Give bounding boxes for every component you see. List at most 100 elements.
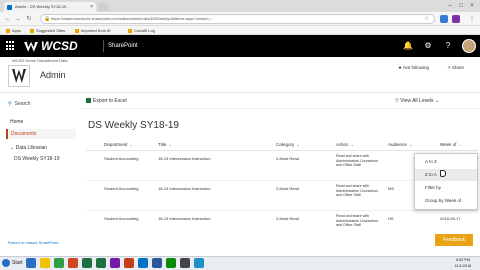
help-icon[interactable]: ? [440,35,456,57]
app-icon[interactable] [166,258,176,268]
new-tab-button[interactable] [98,3,108,11]
app-icon[interactable] [194,258,204,268]
column-header-department[interactable]: Department ⌄ [104,142,133,148]
chevron-down-icon: ⌄ [458,142,463,147]
return-classic-link[interactable]: Return to classic SharePoint [8,240,58,245]
view-selector[interactable]: ▽ View All Levels ⌄ [395,98,439,104]
cell-audience: HS [388,216,394,221]
divider [86,150,478,151]
minimize-icon[interactable]: – [445,1,455,11]
column-header-category[interactable]: Category ⌄ [276,142,300,148]
excel-icon[interactable] [82,258,92,268]
forward-icon[interactable]: → [14,14,22,24]
reload-icon[interactable]: ↻ [25,14,33,24]
cell-title[interactable]: 18-19 Intersession Instruction [158,186,210,191]
outlook-icon[interactable] [138,258,148,268]
column-header-action[interactable]: Action ⌄ [336,142,354,148]
chevron-down-icon: ⌄ [168,142,173,147]
cell-action: Read and share with Administrators Couns… [336,184,379,197]
bookmark-imported[interactable]: Imported from IE [75,26,111,35]
bookmark-star-icon[interactable]: ☆ [424,14,429,24]
nav-item-ds-weekly[interactable]: DS Weekly SY18-19 [14,156,59,162]
nav-item-home[interactable]: Home [10,119,23,125]
cell-department: Student Accounting [104,216,139,221]
search-box[interactable]: ⚲ Search [8,101,31,107]
app-name[interactable]: SharePoint [108,35,138,57]
explorer-icon[interactable] [40,258,50,268]
powerpoint-icon[interactable] [124,258,134,268]
column-header-title[interactable]: Title ⌄ [158,142,172,148]
media-icon[interactable] [54,258,64,268]
search-icon: ⚲ [8,101,12,107]
divider [86,210,478,211]
nav-item-documents[interactable]: Documents [6,129,76,139]
breadcrumb[interactable]: WCSD Home Department Data [12,58,68,63]
menu-item-a-to-z[interactable]: A to Z [415,156,477,168]
follow-button[interactable]: ★ Not following [398,65,429,71]
divider [103,40,104,52]
word-icon[interactable] [152,258,162,268]
cell-audience: MS [388,186,394,191]
menu-item-z-to-a[interactable]: Z to A [415,169,477,181]
back-icon[interactable]: ← [4,14,12,24]
chevron-down-icon: ⌄ [408,142,413,147]
app-launcher-icon[interactable] [6,41,16,51]
column-header-week-of[interactable]: Week of ⌄ [440,142,462,148]
tab-title: Admin - DS Weekly SY18-19 - [15,4,69,9]
chevron-down-icon: ⌄ [296,142,301,147]
cell-action: Read and share with Administrators Couns… [336,154,379,167]
avatar[interactable] [462,39,476,53]
feedback-button[interactable]: Feedback [435,234,473,246]
apps-icon [6,28,10,33]
cell-week-of: 2018-09-17 [440,216,461,221]
cell-category: 2-Must Read [276,186,299,191]
nav-item-data-librarian[interactable]: ⌄ Data Librarian [10,145,47,151]
cell-category: 2-Must Read [276,216,299,221]
cell-department: Student Accounting [104,156,139,161]
list-title: DS Weekly SY18-19 [88,120,179,131]
chevron-down-icon: ⌄ [350,142,355,147]
chevron-down-icon: ⌄ [129,142,134,147]
menu-icon[interactable]: ⋮ [468,14,476,24]
extension-icon[interactable] [452,15,460,23]
window-close-icon[interactable]: × [467,1,477,11]
bell-icon[interactable]: 🔔 [400,35,416,57]
folder-icon [128,28,132,33]
cell-category: 2-Must Read [276,156,299,161]
start-button[interactable]: Start [2,258,23,268]
bookmark-cuesfill[interactable]: Cuesfill Log [128,26,155,35]
excel-icon [86,98,91,104]
url-text: https://washoeschools.sharepoint.com/sit… [51,16,214,21]
menu-item-filter-by[interactable]: Filter by [415,182,477,194]
lock-icon: 🔒 [44,16,51,22]
maximize-icon[interactable]: □ [456,1,466,11]
column-menu: A to Z Z to A Filter by Group by Week of [414,153,478,210]
bookmark-suggested-sites[interactable]: Suggested Sites [30,26,65,35]
url-bar[interactable]: 🔒 https://washoeschools.sharepoint.com/s… [40,14,435,24]
divider [0,92,480,93]
site-logo-mark [12,69,26,83]
bookmark-apps[interactable]: Apps [6,26,21,35]
folder-icon [75,28,79,33]
column-header-audience[interactable]: Audience ⌄ [388,142,413,148]
excel-icon[interactable] [96,258,106,268]
close-tab-icon[interactable]: × [90,2,93,12]
share-button[interactable]: ↗ Share [447,65,464,71]
onenote-icon[interactable] [110,258,120,268]
wcsd-logo[interactable]: WCSD [24,38,78,54]
browser-tab[interactable]: Admin - DS Weekly SY18-19 - × [4,2,96,12]
cell-title[interactable]: 18-19 Intersession Instruction [158,216,210,221]
ie-icon[interactable] [26,258,36,268]
cell-title[interactable]: 18-19 Intersession Instruction [158,156,210,161]
menu-item-group-by[interactable]: Group by Week of [415,195,477,207]
gear-icon[interactable]: ⚙ [420,35,436,57]
extension-icon[interactable] [440,15,448,23]
cell-action: Read and share with Administrators Couns… [336,214,379,227]
site-logo[interactable] [8,65,30,87]
export-excel-button[interactable]: Export to Excel [86,98,127,104]
clock[interactable]: 9:52 PM 11/1/2018 [448,257,478,269]
page-title[interactable]: Admin [40,70,66,80]
app-icon[interactable] [180,258,190,268]
wcsd-logo-mark [24,41,38,52]
chrome-icon[interactable] [68,258,78,268]
